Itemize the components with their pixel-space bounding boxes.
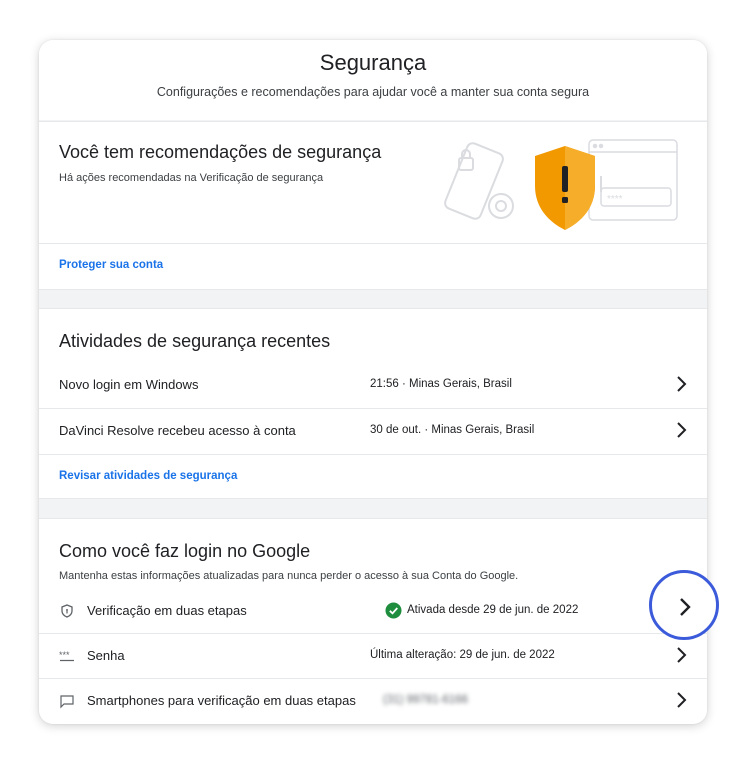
two-step-verification-row[interactable]: Verificação em duas etapas Ativada desde… — [39, 591, 707, 631]
activity-divider — [39, 454, 707, 455]
two-step-verification-label: Verificação em duas etapas — [87, 603, 247, 618]
chevron-right-icon — [680, 598, 691, 616]
password-window-icon — [588, 139, 678, 221]
phone-lock-icon — [444, 142, 514, 220]
signin-card: Como você faz login no Google Mantenha e… — [39, 518, 707, 724]
activity-divider — [39, 408, 707, 409]
page-header: Segurança Configurações e recomendações … — [39, 40, 707, 120]
page-subtitle: Configurações e recomendações para ajuda… — [156, 85, 590, 99]
shield-warning-icon — [535, 146, 595, 230]
signin-divider — [39, 633, 707, 634]
chevron-right-icon — [677, 422, 687, 438]
review-activity-link[interactable]: Revisar atividades de segurança — [59, 470, 237, 482]
activity-row[interactable]: DaVinci Resolve recebeu acesso à conta 3… — [39, 411, 707, 451]
recommendations-title: Você tem recomendações de segurança — [59, 142, 382, 162]
signin-title: Como você faz login no Google — [59, 541, 311, 561]
signin-divider — [39, 678, 707, 679]
message-icon — [60, 695, 74, 709]
password-last-change: Última alteração: 29 de jun. de 2022 — [370, 649, 555, 661]
activity-row[interactable]: Novo login em Windows 21:56 · Minas Gera… — [39, 365, 707, 405]
protect-account-link[interactable]: Proteger sua conta — [59, 259, 163, 271]
two-step-verification-status: Ativada desde 29 de jun. de 2022 — [407, 604, 579, 616]
activity-label: DaVinci Resolve recebeu acesso à conta — [59, 423, 296, 438]
svg-text:***: *** — [59, 650, 70, 660]
password-row[interactable]: *** Senha Última alteração: 29 de jun. d… — [39, 636, 707, 676]
activity-detail: 21:56 · Minas Gerais, Brasil — [370, 378, 512, 390]
recent-activity-card: Atividades de segurança recentes Novo lo… — [39, 308, 707, 499]
activity-label: Novo login em Windows — [59, 377, 199, 392]
check-circle-icon — [385, 602, 402, 619]
password-dots-icon: *** — [59, 650, 74, 662]
chevron-right-icon — [677, 692, 687, 708]
recommendations-card: Você tem recomendações de segurança Há a… — [39, 121, 707, 290]
chevron-right-icon — [677, 376, 687, 392]
two-step-phones-row[interactable]: Smartphones para verificação em duas eta… — [39, 681, 707, 721]
signin-description: Mantenha estas informações atualizadas p… — [59, 570, 519, 582]
activity-detail: 30 de out. · Minas Gerais, Brasil — [370, 424, 535, 436]
security-illustration: **** — [444, 139, 678, 230]
chevron-right-icon — [677, 647, 687, 663]
recent-activity-title: Atividades de segurança recentes — [59, 331, 331, 351]
page-title: Segurança — [319, 50, 427, 75]
security-panel: Segurança Configurações e recomendações … — [39, 40, 707, 724]
shield-icon — [61, 604, 73, 618]
password-mask: **** — [607, 194, 623, 205]
phone-number: (31) 99781-6166 — [383, 694, 469, 706]
password-label: Senha — [87, 648, 125, 663]
two-step-verification-open-button[interactable] — [649, 570, 719, 640]
recommendations-divider — [39, 243, 707, 244]
two-step-phones-label: Smartphones para verificação em duas eta… — [87, 693, 356, 708]
recommendations-description: Há ações recomendadas na Verificação de … — [59, 172, 324, 184]
